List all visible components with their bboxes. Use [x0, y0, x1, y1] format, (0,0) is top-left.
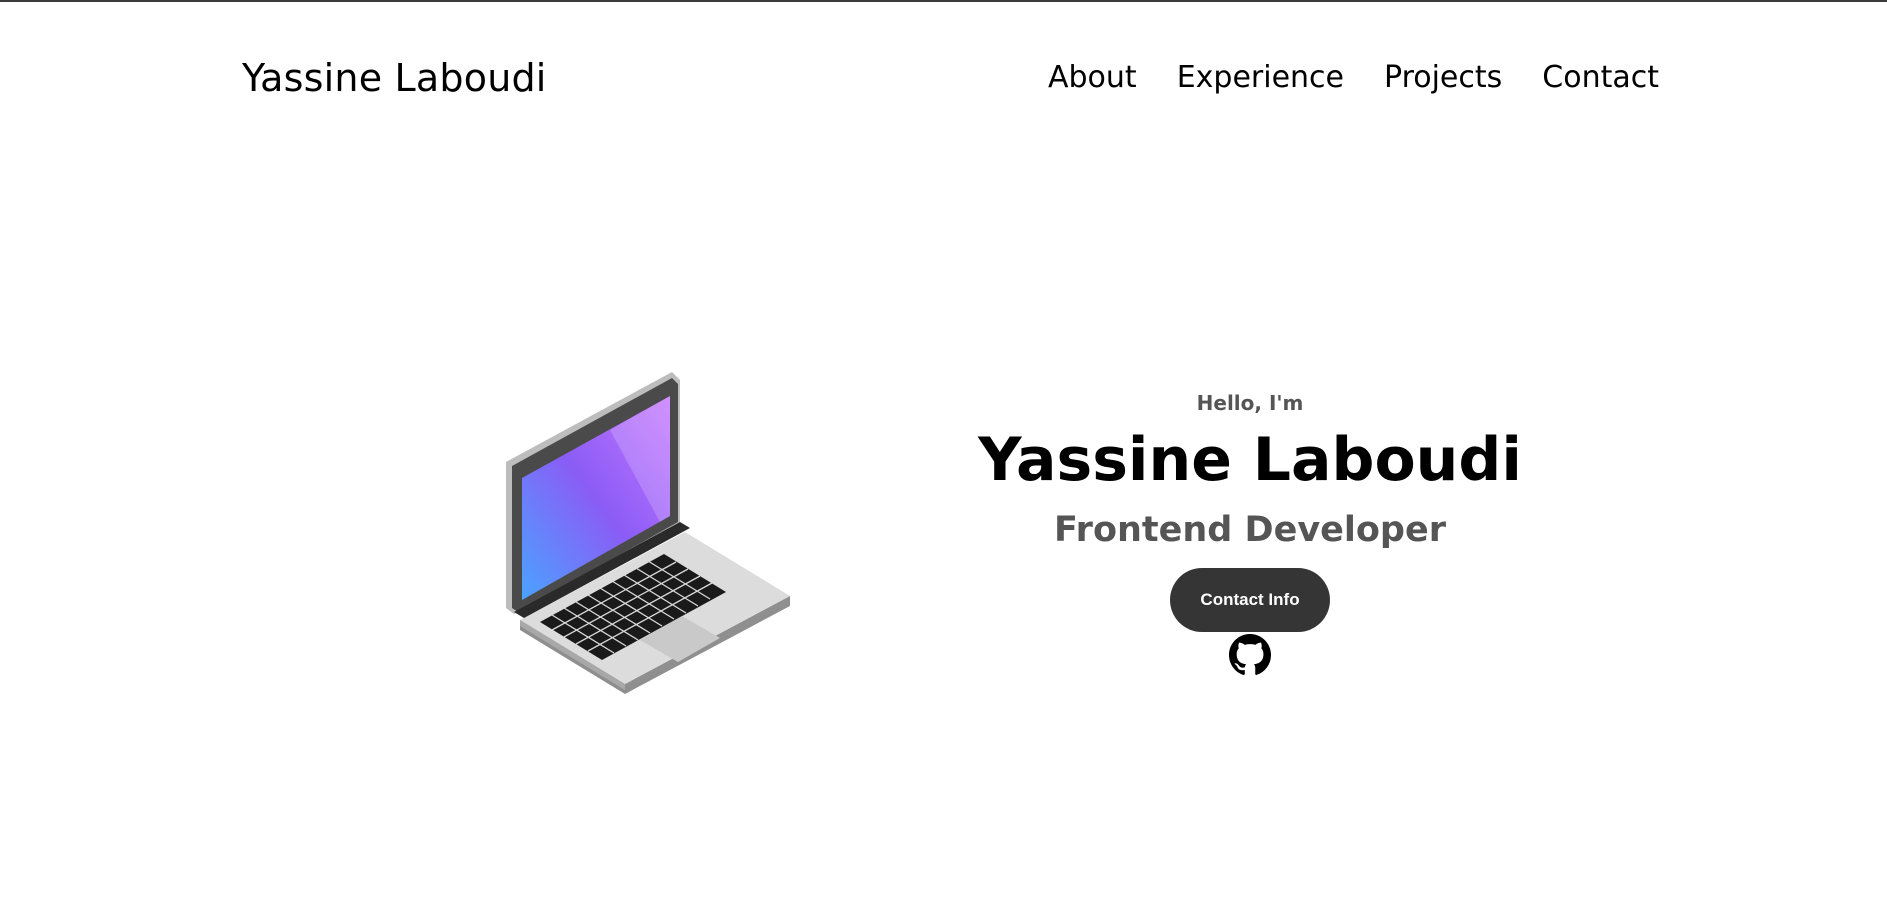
nav-link-projects[interactable]: Projects: [1384, 60, 1502, 95]
greeting-text: Hello, I'm: [1196, 391, 1304, 415]
nav-link-experience[interactable]: Experience: [1177, 60, 1344, 95]
github-icon[interactable]: [1229, 634, 1271, 676]
hero-name: Yassine Laboudi: [978, 425, 1522, 495]
social-links: [950, 634, 1550, 676]
contact-info-button[interactable]: Contact Info: [1170, 568, 1330, 632]
site-logo[interactable]: Yassine Laboudi: [242, 56, 547, 100]
laptop-illustration: [506, 372, 790, 694]
hero-role: Frontend Developer: [1054, 510, 1446, 550]
nav-link-about[interactable]: About: [1048, 60, 1137, 95]
hero-text: Hello, I'm Yassine Laboudi Frontend Deve…: [950, 388, 1550, 676]
nav-link-contact[interactable]: Contact: [1542, 60, 1659, 95]
main-nav: About Experience Projects Contact: [1048, 60, 1659, 95]
top-border: [0, 0, 1887, 2]
